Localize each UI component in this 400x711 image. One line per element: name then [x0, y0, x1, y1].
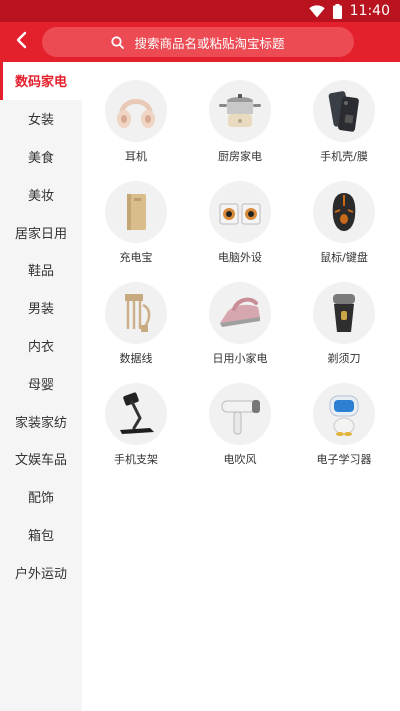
category-tile[interactable]: 剃须刀	[292, 282, 396, 371]
search-placeholder: 搜索商品名或粘贴淘宝标题	[134, 35, 285, 51]
category-label: 手机支架	[114, 453, 158, 466]
category-tile[interactable]: 电子学习器	[292, 383, 396, 472]
category-tile[interactable]: 厨房家电	[188, 80, 292, 169]
sidebar-item-label: 内衣	[27, 339, 54, 355]
category-label: 鼠标/键盘	[320, 251, 368, 264]
sidebar-item-label: 文娱车品	[14, 453, 67, 469]
status-icons: 11:40	[308, 3, 390, 19]
sidebar-item-label: 家装家纺	[14, 415, 67, 431]
phone-stand-icon	[105, 383, 167, 445]
power-bank-icon	[105, 181, 167, 243]
sidebar-item-label: 居家日用	[14, 226, 67, 242]
category-tile[interactable]: 耳机	[84, 80, 188, 169]
category-label: 手机壳/膜	[320, 150, 368, 163]
learning-robot-icon	[313, 383, 375, 445]
category-label: 厨房家电	[218, 150, 262, 163]
sidebar-item-bags[interactable]: 箱包	[0, 516, 82, 554]
sidebar-item-entertainment-car[interactable]: 文娱车品	[0, 440, 82, 478]
sidebar-item-label: 女装	[27, 113, 54, 129]
category-label: 日用小家电	[212, 352, 268, 365]
cooking-pot-icon	[209, 80, 271, 142]
sidebar-item-mens[interactable]: 男装	[0, 289, 82, 327]
category-label: 耳机	[125, 150, 147, 163]
category-tile[interactable]: 电脑外设	[188, 181, 292, 270]
steam-iron-icon	[209, 282, 271, 344]
speakers-icon	[209, 181, 271, 243]
sidebar-item-beauty[interactable]: 美妆	[0, 175, 82, 213]
sidebar-item-shoes[interactable]: 鞋品	[0, 251, 82, 289]
category-label: 数据线	[119, 352, 153, 365]
sidebar-item-label: 箱包	[27, 528, 54, 544]
category-tile[interactable]: 鼠标/键盘	[292, 181, 396, 270]
status-bar: 11:40	[0, 0, 400, 22]
sidebar-item-label: 美妆	[27, 188, 54, 204]
sidebar-item-label: 配饰	[27, 491, 54, 507]
battery-icon	[332, 3, 342, 19]
gaming-mouse-icon	[313, 181, 375, 243]
category-sidebar: 数码家电 女装 美食 美妆 居家日用 鞋品 男装 内衣 母婴 家装家纺 文娱车品…	[0, 62, 82, 711]
category-tile[interactable]: 日用小家电	[188, 282, 292, 371]
headphones-icon	[105, 80, 167, 142]
hair-dryer-icon	[209, 383, 271, 445]
sidebar-item-label: 户外运动	[14, 566, 67, 582]
category-tile[interactable]: 手机壳/膜	[292, 80, 396, 169]
sidebar-item-womens[interactable]: 女装	[0, 100, 82, 138]
category-tile[interactable]: 充电宝	[84, 181, 188, 270]
sidebar-item-underwear[interactable]: 内衣	[0, 327, 82, 365]
sidebar-item-label: 母婴	[27, 377, 54, 393]
subcategory-grid: 耳机 厨房家电 手机壳/膜 充电宝 电脑外设 鼠标/键盘 数据线 日用小家电 剃…	[82, 80, 400, 472]
sidebar-item-home[interactable]: 居家日用	[0, 213, 82, 251]
status-time: 11:40	[349, 3, 390, 19]
search-input[interactable]: 搜索商品名或粘贴淘宝标题	[42, 27, 354, 57]
sidebar-item-food[interactable]: 美食	[0, 138, 82, 176]
category-label: 剃须刀	[327, 352, 361, 365]
back-button[interactable]	[8, 30, 34, 54]
chevron-left-icon	[15, 31, 27, 53]
top-bar: 搜索商品名或粘贴淘宝标题	[0, 22, 400, 62]
cable-icon	[105, 282, 167, 344]
search-icon	[111, 35, 125, 49]
category-label: 电吹风	[223, 453, 257, 466]
category-label: 电脑外设	[218, 251, 262, 264]
sidebar-item-furnishing[interactable]: 家装家纺	[0, 402, 82, 440]
shaver-icon	[313, 282, 375, 344]
category-tile[interactable]: 手机支架	[84, 383, 188, 472]
category-tile[interactable]: 电吹风	[188, 383, 292, 472]
sidebar-item-outdoor[interactable]: 户外运动	[0, 553, 82, 591]
category-tile[interactable]: 数据线	[84, 282, 188, 371]
sidebar-item-accessories[interactable]: 配饰	[0, 478, 82, 516]
phone-case-icon	[313, 80, 375, 142]
sidebar-item-label: 数码家电	[14, 75, 67, 91]
category-label: 充电宝	[119, 251, 153, 264]
sidebar-item-label: 鞋品	[27, 264, 54, 280]
sidebar-item-baby[interactable]: 母婴	[0, 364, 82, 402]
sidebar-item-label: 美食	[27, 150, 54, 166]
category-label: 电子学习器	[316, 453, 372, 466]
subcategory-panel: 耳机 厨房家电 手机壳/膜 充电宝 电脑外设 鼠标/键盘 数据线 日用小家电 剃…	[82, 62, 400, 711]
sidebar-item-digital[interactable]: 数码家电	[0, 62, 82, 100]
wifi-icon	[308, 4, 325, 18]
sidebar-item-label: 男装	[27, 302, 54, 318]
